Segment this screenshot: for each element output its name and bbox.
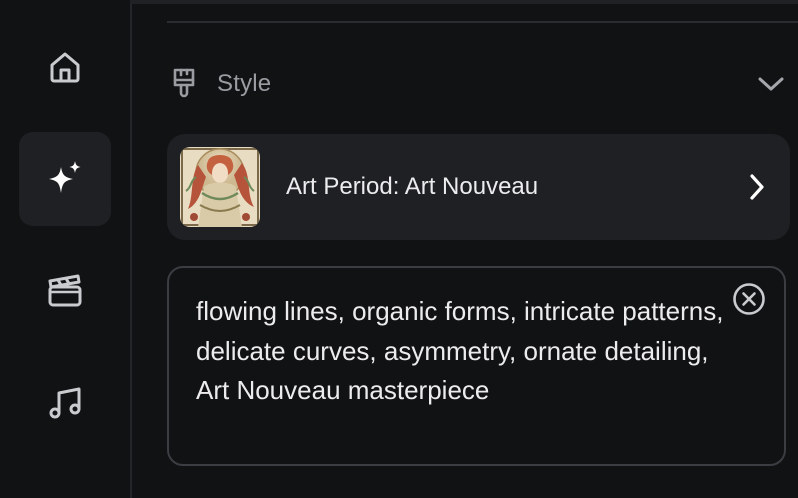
style-section-header[interactable]: Style [167,58,785,110]
section-divider [167,21,798,23]
sidebar-item-home[interactable] [19,20,111,114]
art-period-selector[interactable]: Art Period: Art Nouveau [167,134,790,240]
app-window: Style Art Period: Art Nouveau flowing li… [0,0,798,498]
style-prompt-textarea[interactable]: flowing lines, organic forms, intricate … [167,266,786,466]
home-icon [47,49,83,85]
sidebar-item-generate[interactable] [19,132,111,226]
chevron-right-icon [748,173,766,201]
sidebar-item-video[interactable] [19,244,111,338]
art-nouveau-thumbnail [180,147,260,227]
sparkles-icon [45,159,85,199]
chevron-down-icon[interactable] [757,75,785,93]
paintbrush-icon [171,67,197,101]
art-period-label: Art Period: Art Nouveau [286,173,539,200]
music-note-icon [47,385,83,421]
clapperboard-icon [47,273,83,309]
main-panel: Style Art Period: Art Nouveau flowing li… [132,0,798,498]
close-circle-icon [732,282,766,321]
section-title: Style [217,70,272,97]
style-prompt-text[interactable]: flowing lines, organic forms, intricate … [196,292,736,411]
sidebar-item-music[interactable] [19,356,111,450]
clear-prompt-button[interactable] [732,282,766,321]
sidebar [0,0,130,498]
